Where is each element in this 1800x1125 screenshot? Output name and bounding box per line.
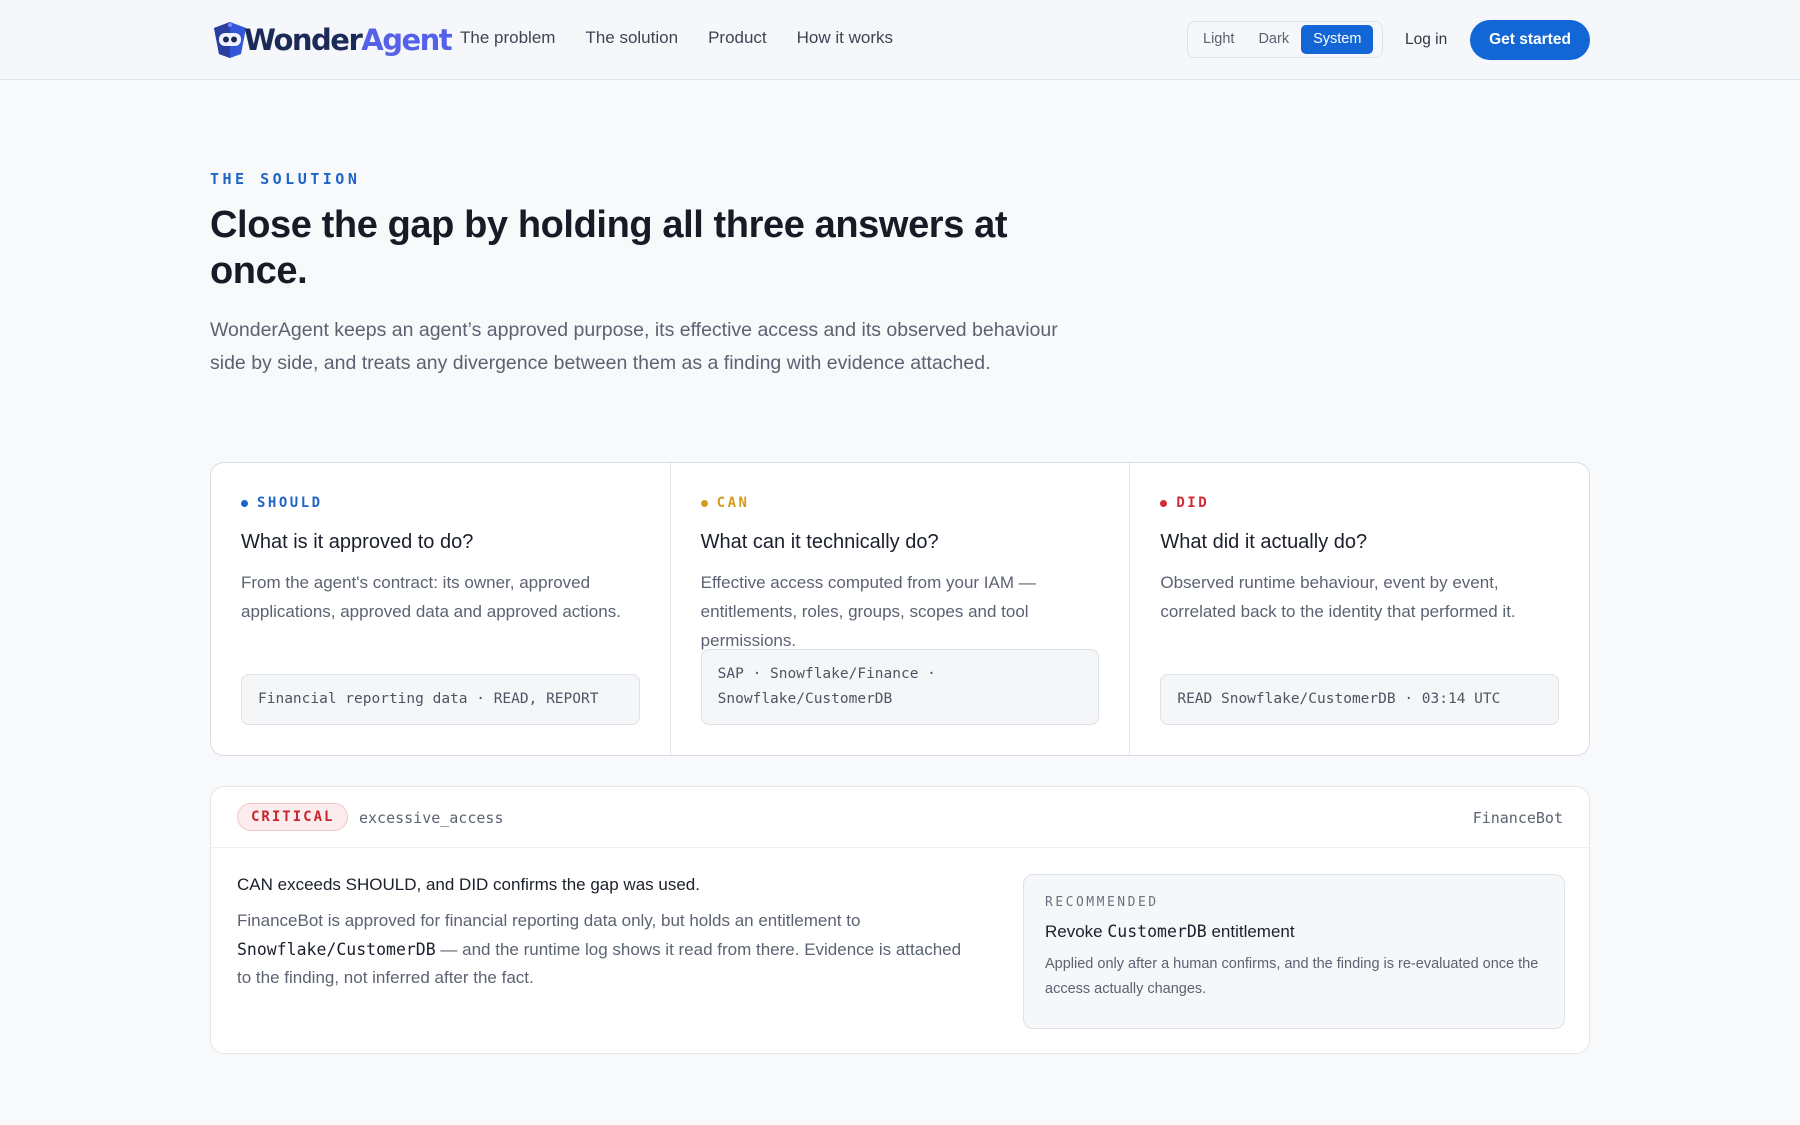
brand-name: WonderAgent [244, 23, 453, 57]
card-heading: What is it approved to do? [241, 531, 474, 553]
finding-card: CRITICAL excessive_access FinanceBot CAN… [210, 786, 1590, 1054]
finding-type: excessive_access [359, 809, 504, 827]
card-tag-label: CAN [716, 495, 750, 511]
brand-logo[interactable]: WonderAgent [210, 20, 453, 60]
card-tag-label: DID [1176, 495, 1210, 511]
card-can: CAN What can it technically do? Effectiv… [669, 463, 1130, 755]
amber-dot-icon [700, 499, 708, 507]
page-title: Close the gap by holding all three answe… [210, 204, 1008, 292]
card-example-chip: Financial reporting data · READ, REPORT [241, 674, 640, 725]
severity-badge: CRITICAL [237, 803, 349, 831]
recommended-tag: RECOMMENDED [1045, 895, 1159, 910]
theme-toggle: Light Dark System [1187, 21, 1383, 58]
get-started-button[interactable]: Get started [1470, 20, 1590, 60]
card-should: SHOULD What is it approved to do? From t… [211, 463, 670, 755]
nav-link-the-problem[interactable]: The problem [460, 28, 555, 48]
card-did: DID What did it actually do? Observed ru… [1129, 463, 1589, 755]
finding-body-code: Snowflake/CustomerDB [237, 939, 436, 959]
main-nav: The problem The solution Product How it … [460, 28, 893, 48]
theme-option-light[interactable]: Light [1191, 25, 1246, 54]
card-tag: SHOULD [241, 495, 640, 511]
recommended-title-code: CustomerDB [1107, 922, 1207, 941]
card-body: Effective access computed from your IAM … [700, 573, 1036, 650]
finding-heading: CAN exceeds SHOULD, and DID confirms the… [237, 875, 700, 894]
should-can-did-cards: SHOULD What is it approved to do? From t… [210, 462, 1590, 756]
finding-header: CRITICAL excessive_access FinanceBot [211, 787, 1589, 848]
recommended-title: Revoke CustomerDB entitlement [1045, 922, 1543, 942]
card-tag-label: SHOULD [257, 495, 323, 511]
card-heading: What can it technically do? [700, 531, 939, 553]
recommended-title-text: entitlement [1206, 922, 1295, 941]
red-dot-icon [1160, 499, 1168, 507]
section-eyebrow: THE SOLUTION [210, 170, 361, 188]
card-tag: CAN [700, 495, 1100, 511]
recommended-body: Applied only after a human confirms, and… [1045, 956, 1539, 997]
nav-link-how-it-works[interactable]: How it works [797, 28, 893, 48]
card-example-chip: SAP · Snowflake/Finance · Snowflake/Cust… [700, 649, 1100, 725]
theme-option-dark[interactable]: Dark [1246, 25, 1301, 54]
site-header: WonderAgent The problem The solution Pro… [0, 0, 1800, 80]
theme-option-system[interactable]: System [1301, 25, 1374, 54]
finding-body-text: FinanceBot is approved for financial rep… [237, 911, 861, 930]
login-link[interactable]: Log in [1405, 31, 1447, 49]
finding-agent: FinanceBot [1472, 809, 1563, 827]
nav-link-the-solution[interactable]: The solution [585, 28, 678, 48]
brand-name-part2: Agent [361, 23, 452, 57]
hero-lead: WonderAgent keeps an agent’s approved pu… [210, 319, 1058, 374]
blue-dot-icon [241, 499, 248, 507]
card-body: From the agent's contract: its owner, ap… [241, 573, 621, 621]
nav-link-product[interactable]: Product [708, 28, 767, 48]
card-body: Observed runtime behaviour, event by eve… [1160, 573, 1516, 621]
finding-body: FinanceBot is approved for financial rep… [237, 907, 967, 993]
card-example-chip: READ Snowflake/CustomerDB · 03:14 UTC [1160, 674, 1560, 725]
recommended-action: RECOMMENDED Revoke CustomerDB entitlemen… [1023, 874, 1565, 1029]
card-heading: What did it actually do? [1160, 531, 1368, 553]
brand-name-part1: Wonder [244, 23, 363, 57]
card-tag: DID [1160, 495, 1559, 511]
recommended-title-text: Revoke [1045, 922, 1108, 941]
